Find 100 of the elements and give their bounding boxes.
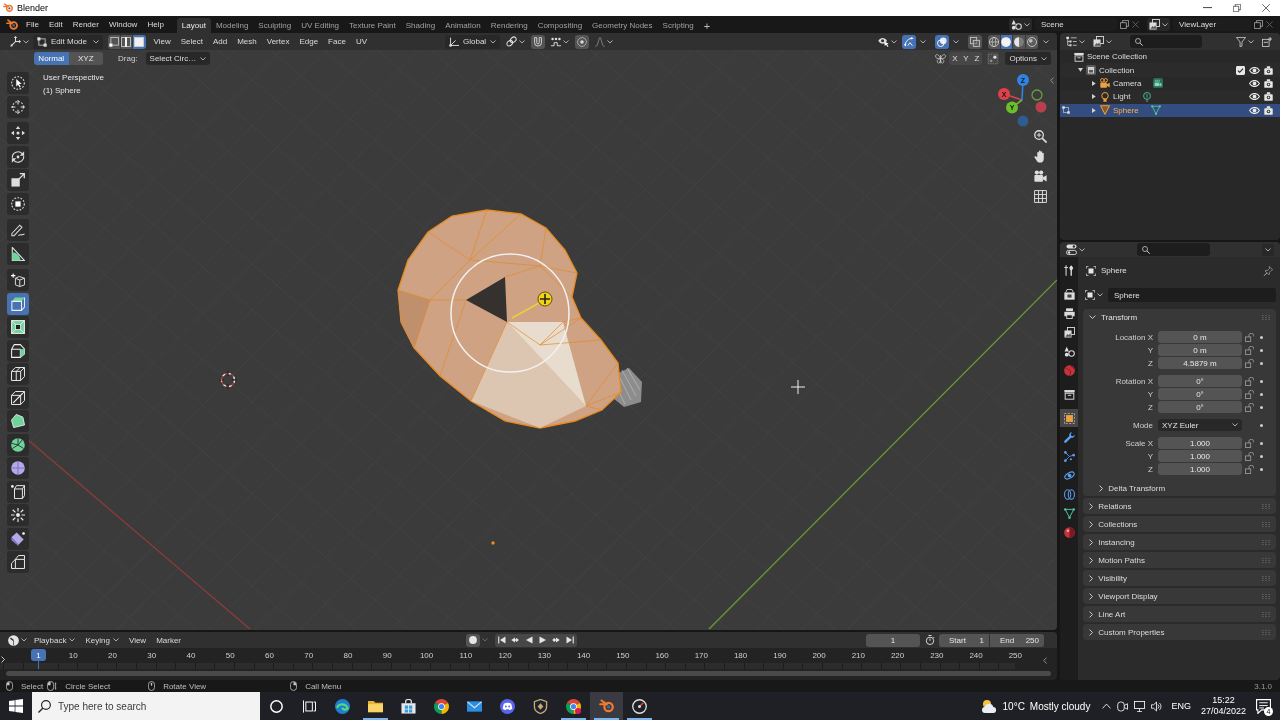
- photo-camera-icon[interactable]: [1264, 65, 1273, 75]
- tool-button[interactable]: [7, 72, 29, 94]
- unlocked-padlock-icon[interactable]: [1245, 358, 1254, 368]
- photo-camera-icon[interactable]: [1264, 105, 1273, 115]
- tool-button[interactable]: [7, 316, 29, 338]
- unlocked-padlock-icon[interactable]: [1245, 389, 1254, 399]
- monitor-icon[interactable]: [1134, 700, 1146, 712]
- tool-dropdown[interactable]: Select Circ…: [145, 52, 211, 65]
- clock-button[interactable]: 15:22 27/04/2022: [1197, 692, 1249, 720]
- tool-button[interactable]: [7, 504, 29, 526]
- tool-button[interactable]: [7, 169, 29, 191]
- options-dropdown[interactable]: Options: [1005, 52, 1051, 65]
- editor-type-button[interactable]: [8, 34, 31, 49]
- select-mode-button[interactable]: [133, 34, 146, 49]
- panel-header[interactable]: Instancing: [1083, 534, 1276, 550]
- eye-icon[interactable]: [1249, 66, 1260, 74]
- panel-header[interactable]: Custom Properties: [1083, 624, 1276, 640]
- tool-button[interactable]: [7, 551, 29, 573]
- chevron-left-icon[interactable]: [1043, 657, 1048, 664]
- dot-icon[interactable]: [1260, 423, 1263, 427]
- panel-header[interactable]: Transform: [1083, 309, 1276, 325]
- menu-item[interactable]: File: [21, 17, 44, 32]
- workspace-tab[interactable]: Scripting: [657, 18, 699, 33]
- triangle-right-icon[interactable]: [1092, 80, 1096, 86]
- scrollbar[interactable]: [6, 671, 1051, 676]
- dot-icon[interactable]: [1260, 454, 1263, 458]
- workspace-tab[interactable]: Sculpting: [253, 18, 297, 33]
- dot-icon[interactable]: [1260, 335, 1263, 339]
- menu-item[interactable]: Help: [142, 17, 169, 32]
- unlocked-padlock-icon[interactable]: [1245, 438, 1254, 448]
- search-field[interactable]: Type here to search: [32, 692, 260, 720]
- magnifier-icon[interactable]: [1034, 130, 1047, 143]
- panel-header[interactable]: Visibility: [1083, 570, 1276, 586]
- menu-item[interactable]: Mesh: [232, 34, 262, 49]
- dot-icon[interactable]: [1260, 361, 1263, 365]
- menu-item[interactable]: Keying: [80, 632, 124, 648]
- auto-key-button[interactable]: [466, 633, 480, 647]
- dot-icon[interactable]: [1260, 441, 1263, 445]
- chevron-left-icon[interactable]: [1050, 77, 1055, 84]
- workspace-tab[interactable]: Texture Paint: [344, 18, 401, 33]
- tool-button[interactable]: [7, 480, 29, 503]
- unlocked-padlock-icon[interactable]: [1245, 376, 1254, 386]
- gizmo-toggle[interactable]: [902, 34, 916, 49]
- menu-item[interactable]: Playback: [29, 632, 81, 648]
- rotation-mode-dropdown[interactable]: XYZ Euler: [1158, 419, 1242, 431]
- pivot-dropdown[interactable]: [504, 34, 528, 49]
- shading-button[interactable]: [988, 34, 1001, 49]
- menu-item[interactable]: Marker: [151, 632, 187, 648]
- orientation-dropdown[interactable]: Global: [445, 34, 501, 49]
- unlocked-padlock-icon[interactable]: [1245, 402, 1254, 412]
- search-field[interactable]: [1137, 243, 1210, 256]
- axis-toggle[interactable]: X: [949, 52, 961, 65]
- filter-view-dropdown[interactable]: [1091, 34, 1114, 49]
- movie-camera-tile-icon[interactable]: [1153, 78, 1164, 89]
- menu-item[interactable]: UV: [350, 34, 373, 49]
- proportional-toggle[interactable]: [575, 34, 590, 49]
- name-field[interactable]: Sphere: [1108, 288, 1276, 302]
- checkbox[interactable]: [1236, 65, 1245, 75]
- number-field[interactable]: 0 m: [1158, 344, 1242, 356]
- tool-button[interactable]: [7, 410, 29, 432]
- menu-item[interactable]: Window: [103, 17, 143, 32]
- copy-icon[interactable]: [1254, 20, 1263, 29]
- chevron-up-icon[interactable]: [1102, 703, 1112, 709]
- auto-merge-toggle[interactable]: [987, 52, 1000, 65]
- tool-button[interactable]: [7, 386, 29, 409]
- language-button[interactable]: ENG: [1169, 692, 1193, 720]
- panel-header[interactable]: Viewport Display: [1083, 588, 1276, 604]
- snap-toggle[interactable]: [531, 34, 546, 49]
- shading-button[interactable]: [1013, 34, 1026, 49]
- panel-header[interactable]: Delta Transform: [1083, 481, 1166, 495]
- tool-button[interactable]: [7, 242, 29, 265]
- negative-axis-handle[interactable]: [1035, 101, 1047, 113]
- tool-button[interactable]: [7, 292, 29, 315]
- dot-icon[interactable]: [1260, 405, 1263, 409]
- photo-camera-icon[interactable]: [1264, 92, 1273, 102]
- tool-button[interactable]: [7, 433, 29, 456]
- unlocked-padlock-icon[interactable]: [1245, 451, 1254, 461]
- workspace-tab[interactable]: Animation: [440, 18, 486, 33]
- menu-item[interactable]: View: [123, 632, 152, 648]
- eye-icon[interactable]: [1249, 79, 1260, 87]
- tool-button[interactable]: [7, 339, 29, 362]
- tool-button[interactable]: [7, 363, 29, 385]
- editor-type-button[interactable]: [1064, 242, 1087, 257]
- weather-button[interactable]: 10°C Mostly cloudy: [976, 692, 1095, 720]
- menu-item[interactable]: Vertex: [261, 34, 295, 49]
- falloff-dropdown[interactable]: [593, 34, 616, 49]
- workspace-tab[interactable]: Rendering: [485, 18, 533, 33]
- new-collection-button[interactable]: [1260, 34, 1274, 49]
- tool-button[interactable]: [7, 269, 29, 291]
- menu-item[interactable]: Add: [207, 34, 233, 49]
- chevron-right-icon[interactable]: [1, 656, 6, 663]
- toggle-button[interactable]: Normal: [34, 52, 69, 65]
- unlocked-padlock-icon[interactable]: [1245, 464, 1254, 474]
- mesh-triangle-icon[interactable]: [1150, 105, 1161, 116]
- triangle-right-icon[interactable]: [1092, 107, 1096, 113]
- close-icon[interactable]: [1266, 21, 1273, 28]
- panel-header[interactable]: Motion Paths: [1083, 552, 1276, 568]
- close-icon[interactable]: [1132, 21, 1139, 28]
- tool-button[interactable]: [7, 95, 29, 118]
- grid-icon[interactable]: [1034, 190, 1047, 203]
